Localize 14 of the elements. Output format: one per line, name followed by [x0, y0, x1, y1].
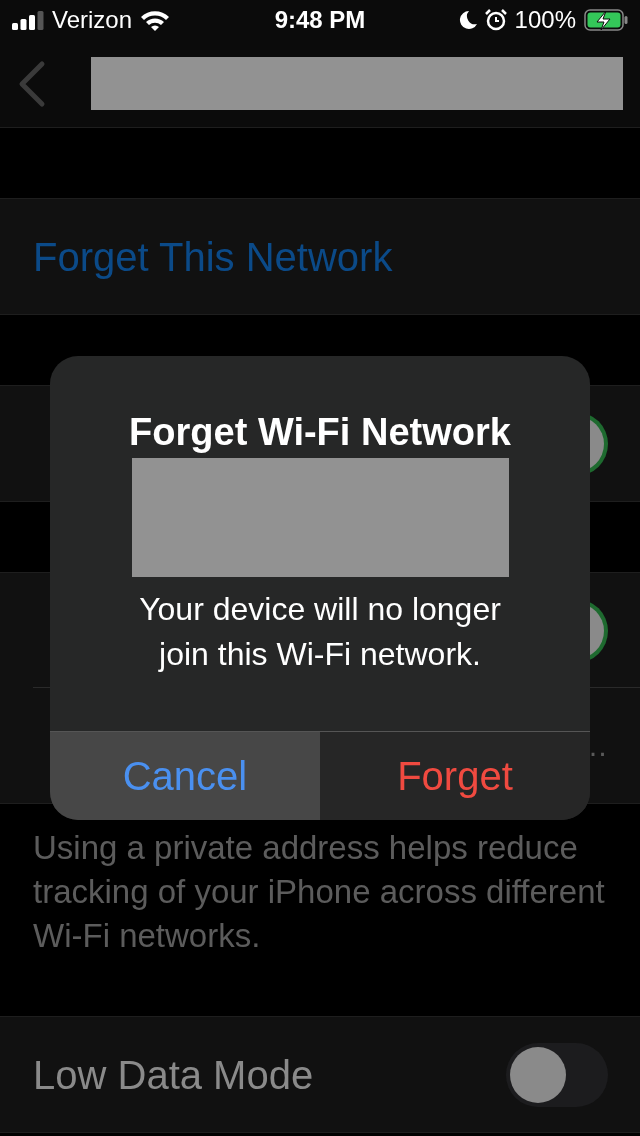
row-label: Low Data Mode	[33, 1051, 314, 1099]
alert-message: Your device will no longer join this Wi-Fi network.	[138, 590, 502, 674]
moon-icon	[458, 10, 477, 30]
cancel-button[interactable]: Cancel	[50, 732, 320, 820]
wifi-icon	[140, 9, 171, 31]
battery-percent: 100%	[514, 5, 576, 35]
alert-title: Forget Wi-Fi Network	[129, 410, 511, 455]
clock-time: 9:48 PM	[273, 5, 367, 35]
alarm-clock-icon	[484, 9, 507, 31]
footer-note: Using a private address helps reduce tracking of your iPhone across different Wi-Fi networks.	[32, 828, 606, 956]
battery-charging-icon	[584, 9, 628, 31]
carrier-name: Verizon	[52, 5, 133, 35]
signal-icon	[12, 10, 44, 30]
forget-network-link[interactable]: Forget This Network	[33, 226, 393, 287]
